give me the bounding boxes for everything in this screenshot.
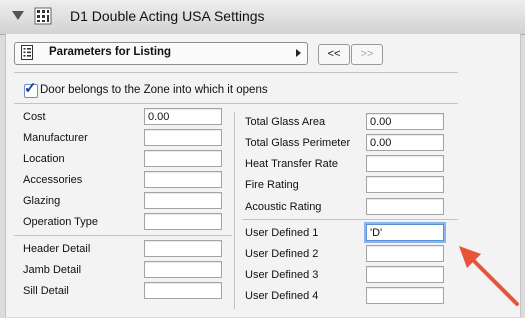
location-label: Location <box>23 153 65 165</box>
accessories-label: Accessories <box>23 174 83 186</box>
sill-detail-label: Sill Detail <box>23 285 69 297</box>
cost-field[interactable]: 0.00 <box>144 108 222 125</box>
annotation-arrow-icon <box>459 246 519 306</box>
settings-title: D1 Double Acting USA Settings <box>70 8 265 24</box>
total-glass-area-field[interactable]: 0.00 <box>366 113 444 130</box>
divider <box>14 103 458 104</box>
divider <box>14 235 232 236</box>
header-detail-label: Header Detail <box>23 243 91 255</box>
checkmark-icon: ✓ <box>24 80 37 97</box>
user-defined-1-label: User Defined 1 <box>245 227 319 239</box>
user-defined-2-label: User Defined 2 <box>245 248 319 260</box>
next-page-button[interactable]: >> <box>351 44 383 65</box>
settings-grid-icon <box>34 7 52 25</box>
user-defined-4-field[interactable] <box>366 287 444 304</box>
glazing-field[interactable] <box>144 192 222 209</box>
previous-page-button[interactable]: << <box>318 44 350 65</box>
operation-type-label: Operation Type <box>23 216 99 228</box>
submenu-arrow-icon <box>296 49 301 57</box>
total-glass-area-label: Total Glass Area <box>245 116 326 128</box>
location-field[interactable] <box>144 150 222 167</box>
cost-label: Cost <box>23 111 46 123</box>
operation-type-field[interactable] <box>144 213 222 230</box>
user-defined-2-field[interactable] <box>366 245 444 262</box>
heat-transfer-rate-field[interactable] <box>366 155 444 172</box>
list-document-icon <box>21 45 33 60</box>
user-defined-3-field[interactable] <box>366 266 444 283</box>
total-glass-perimeter-field[interactable]: 0.00 <box>366 134 444 151</box>
total-glass-perimeter-label: Total Glass Perimeter <box>245 137 351 149</box>
accessories-field[interactable] <box>144 171 222 188</box>
heat-transfer-rate-label: Heat Transfer Rate <box>245 158 338 170</box>
zone-checkbox-label: Door belongs to the Zone into which it o… <box>40 84 268 96</box>
fire-rating-label: Fire Rating <box>245 179 299 191</box>
manufacturer-label: Manufacturer <box>23 132 88 144</box>
column-separator <box>234 112 235 309</box>
listing-selector-label: Parameters for Listing <box>49 46 172 58</box>
jamb-detail-field[interactable] <box>144 261 222 278</box>
manufacturer-field[interactable] <box>144 129 222 146</box>
jamb-detail-label: Jamb Detail <box>23 264 82 276</box>
sill-detail-field[interactable] <box>144 282 222 299</box>
user-defined-4-label: User Defined 4 <box>245 290 319 302</box>
user-defined-1-field[interactable]: 'D' <box>366 224 444 241</box>
glazing-label: Glazing <box>23 195 61 207</box>
user-defined-3-label: User Defined 3 <box>245 269 319 281</box>
divider <box>242 219 458 220</box>
divider <box>14 72 458 73</box>
fire-rating-field[interactable] <box>366 176 444 193</box>
acoustic-rating-field[interactable] <box>366 198 444 215</box>
acoustic-rating-label: Acoustic Rating <box>245 201 322 213</box>
header-detail-field[interactable] <box>144 240 222 257</box>
disclosure-triangle-icon[interactable] <box>12 11 24 20</box>
